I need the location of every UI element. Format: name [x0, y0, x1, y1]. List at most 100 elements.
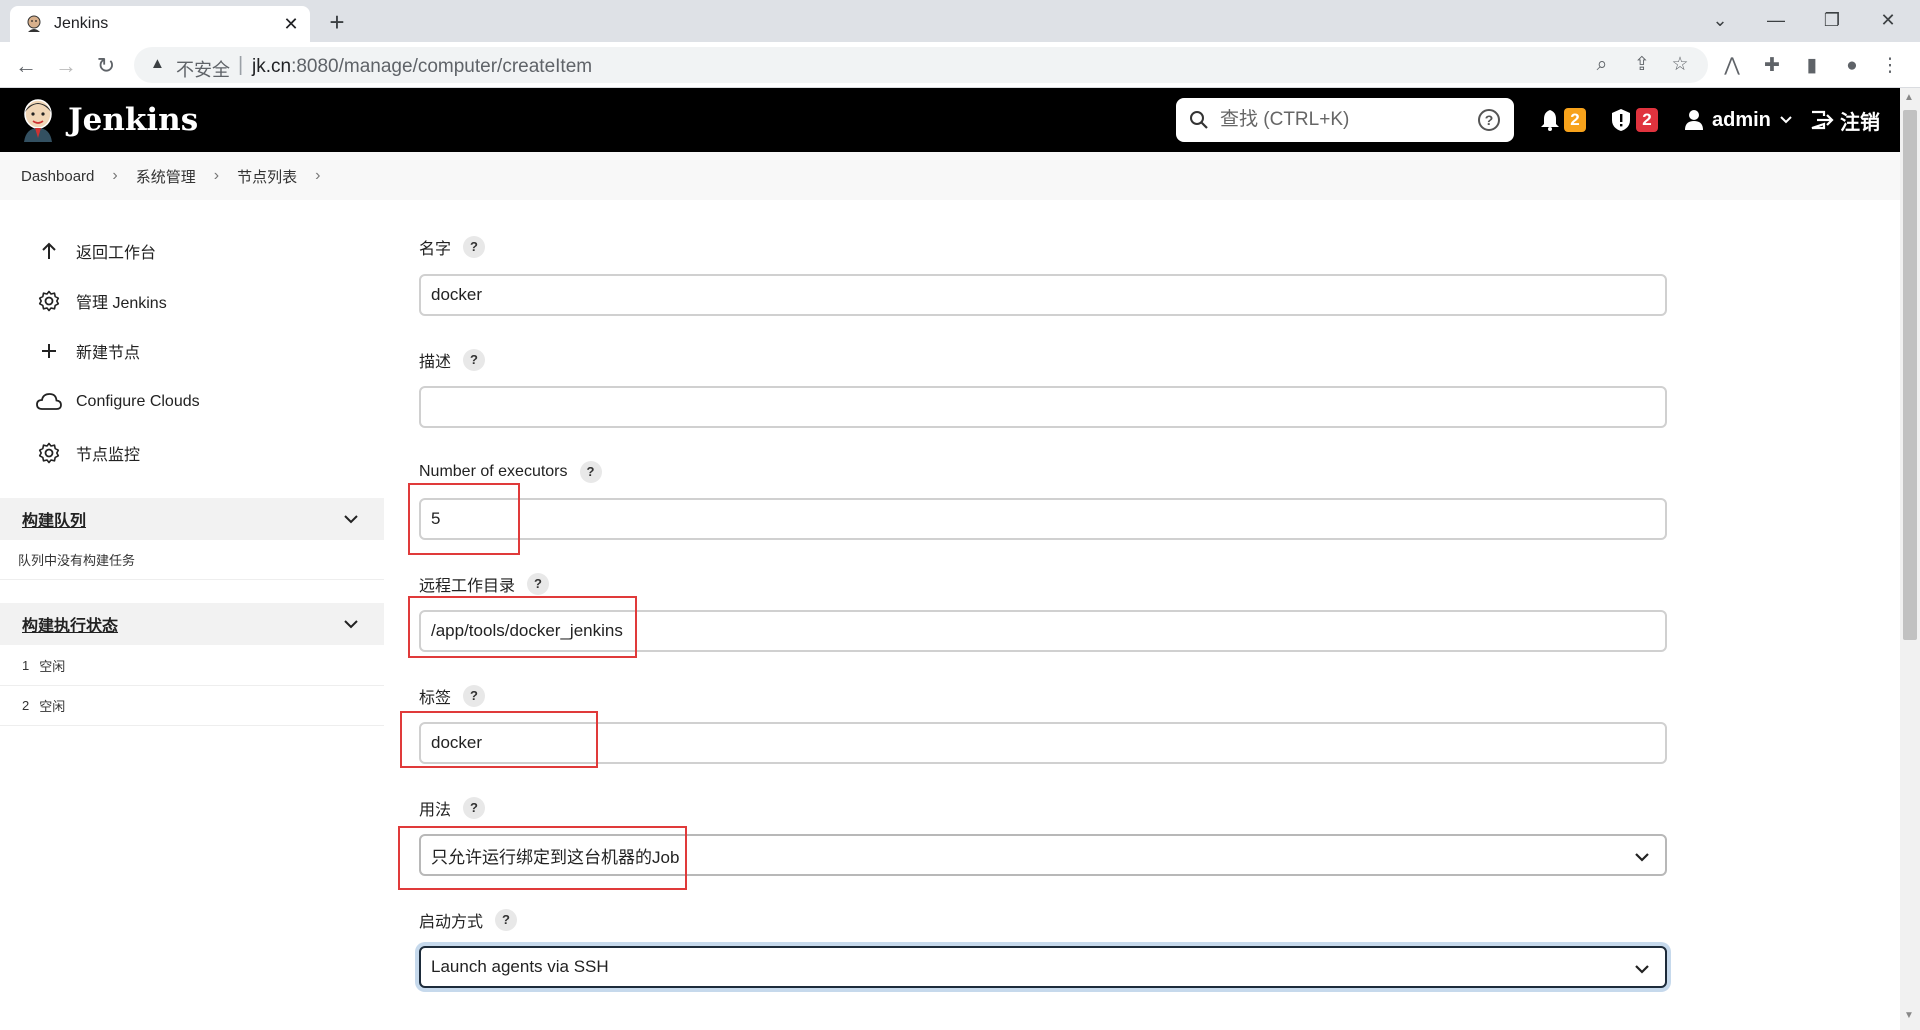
build-queue-empty: 队列中没有构建任务 — [0, 540, 384, 580]
annotation-highlight-usage — [398, 826, 687, 890]
security-badge: 2 — [1636, 108, 1658, 132]
warning-triangle-icon[interactable]: ▲ — [150, 55, 165, 72]
help-icon[interactable]: ? — [527, 573, 550, 595]
jenkins-favicon-icon — [27, 15, 41, 32]
breadcrumb-dashboard[interactable]: Dashboard — [21, 168, 94, 185]
annotation-highlight-labels — [400, 711, 598, 768]
executor-status: 空闲 — [39, 699, 66, 714]
build-queue-header[interactable]: 构建队列 — [0, 498, 384, 540]
description-label: 描述 ? — [419, 347, 486, 373]
sidebar-item-label: 返回工作台 — [76, 245, 157, 262]
search-help-icon[interactable]: ? — [1478, 109, 1500, 131]
chevron-down-icon — [1635, 853, 1649, 862]
search-input[interactable] — [1220, 98, 1470, 142]
sidebar-item-new-node[interactable]: 新建节点 — [36, 336, 140, 366]
tab-search-chevron-down-icon[interactable]: ⌄ — [1700, 6, 1740, 34]
shield-alert-icon — [1612, 109, 1630, 131]
reload-icon[interactable]: ↻ — [90, 50, 122, 82]
browser-tab-strip: Jenkins ✕ + ⌄ — ❐ ✕ — [0, 0, 1920, 42]
help-icon[interactable]: ? — [463, 797, 486, 819]
chevron-down-icon[interactable] — [342, 510, 360, 528]
sidebar-item-label: 节点监控 — [76, 447, 141, 464]
chevron-down-icon[interactable] — [342, 615, 360, 633]
security-button[interactable]: 2 — [1610, 104, 1658, 136]
sidebar-item-configure-clouds[interactable]: Configure Clouds — [36, 387, 200, 417]
help-icon[interactable]: ? — [463, 236, 486, 258]
search-box[interactable]: ? — [1176, 98, 1514, 142]
help-icon[interactable]: ? — [579, 461, 602, 483]
sidebar-item-node-monitoring[interactable]: 节点监控 — [36, 438, 140, 468]
executor-number: 1 — [22, 658, 30, 673]
security-label[interactable]: 不安全 — [176, 56, 230, 82]
address-bar[interactable]: ▲ 不安全 | jk.cn:8080/manage/computer/creat… — [134, 47, 1708, 83]
profile-icon[interactable]: ● — [1836, 50, 1868, 82]
remote-dir-label: 远程工作目录 ? — [419, 571, 550, 597]
sidebar-icon[interactable]: ▮ — [1796, 50, 1828, 82]
scroll-down-arrow-icon[interactable]: ▼ — [1904, 1010, 1914, 1021]
remote-dir-label-text: 远程工作目录 — [419, 578, 516, 595]
browser-tab[interactable]: Jenkins ✕ — [10, 6, 310, 42]
browser-toolbar: ← → ↻ ▲ 不安全 | jk.cn:8080/manage/computer… — [0, 42, 1920, 88]
executor-row: 2 空闲 — [0, 686, 384, 726]
executors-input[interactable] — [419, 498, 1667, 540]
scroll-thumb[interactable] — [1903, 110, 1917, 640]
sidebar-item-manage-jenkins[interactable]: 管理 Jenkins — [36, 286, 167, 316]
launch-selected-value: Launch agents via SSH — [431, 957, 609, 976]
launch-label: 启动方式 ? — [419, 907, 518, 933]
minimize-icon[interactable]: — — [1756, 6, 1796, 34]
logout-button[interactable]: 注销 — [1810, 104, 1880, 136]
help-icon[interactable]: ? — [463, 349, 486, 371]
launch-method-select[interactable]: Launch agents via SSH — [419, 946, 1667, 988]
back-icon[interactable]: ← — [10, 50, 42, 82]
chevron-down-icon — [1635, 965, 1649, 974]
tab-title: Jenkins — [54, 15, 109, 32]
chevron-right-icon[interactable]: › — [112, 167, 117, 185]
gear-icon — [36, 440, 62, 466]
chevron-right-icon[interactable]: › — [315, 167, 320, 185]
zoom-icon[interactable]: ⌕ — [1588, 51, 1616, 79]
scroll-up-arrow-icon[interactable]: ▲ — [1904, 92, 1914, 103]
extension-app-icon[interactable]: ⋀ — [1716, 50, 1748, 82]
description-input[interactable] — [419, 386, 1667, 428]
plus-icon — [36, 338, 62, 364]
jenkins-header: Jenkins ? 2 2 admin — [0, 88, 1900, 152]
tab-close-icon[interactable]: ✕ — [280, 13, 302, 35]
window-close-icon[interactable]: ✕ — [1868, 6, 1908, 34]
sidebar-item-back-to-dashboard[interactable]: 返回工作台 — [36, 236, 156, 266]
annotation-highlight-executors — [408, 483, 520, 555]
jenkins-logo-icon[interactable] — [18, 98, 58, 142]
name-input[interactable] — [419, 274, 1667, 316]
labels-input[interactable] — [419, 722, 1667, 764]
notifications-button[interactable]: 2 — [1540, 104, 1586, 136]
search-icon — [1190, 111, 1208, 129]
notifications-badge: 2 — [1564, 108, 1586, 132]
user-menu[interactable]: admin — [1684, 104, 1793, 136]
logout-label: 注销 — [1840, 111, 1880, 134]
star-icon[interactable]: ☆ — [1666, 51, 1694, 79]
page-scrollbar[interactable]: ▲ ▼ — [1900, 88, 1920, 1030]
usage-label-text: 用法 — [419, 802, 452, 819]
sidebar-item-label: 管理 Jenkins — [76, 295, 167, 312]
new-tab-icon[interactable]: + — [322, 8, 352, 38]
chevron-right-icon[interactable]: › — [214, 167, 219, 185]
breadcrumb-nodes[interactable]: 节点列表 — [237, 166, 297, 187]
user-name: admin — [1712, 108, 1771, 131]
forward-icon[interactable]: → — [50, 50, 82, 82]
jenkins-brand[interactable]: Jenkins — [68, 102, 198, 138]
help-icon[interactable]: ? — [463, 685, 486, 707]
restore-icon[interactable]: ❐ — [1812, 6, 1852, 34]
help-icon[interactable]: ? — [495, 909, 518, 931]
executor-number: 2 — [22, 698, 30, 713]
kebab-menu-icon[interactable]: ⋮ — [1874, 50, 1906, 82]
executors-title: 构建执行状态 — [22, 618, 119, 635]
bell-icon — [1541, 110, 1559, 131]
usage-label: 用法 ? — [419, 795, 486, 821]
url-text[interactable]: jk.cn:8080/manage/computer/createItem — [252, 56, 592, 78]
share-icon[interactable]: ⇪ — [1628, 51, 1656, 79]
build-queue-empty-text: 队列中没有构建任务 — [18, 553, 136, 568]
executors-header[interactable]: 构建执行状态 — [0, 603, 384, 645]
puzzle-icon[interactable]: ✚ — [1756, 50, 1788, 82]
logout-icon — [1811, 110, 1834, 130]
description-label-text: 描述 — [419, 354, 452, 371]
breadcrumb-manage[interactable]: 系统管理 — [136, 166, 196, 187]
